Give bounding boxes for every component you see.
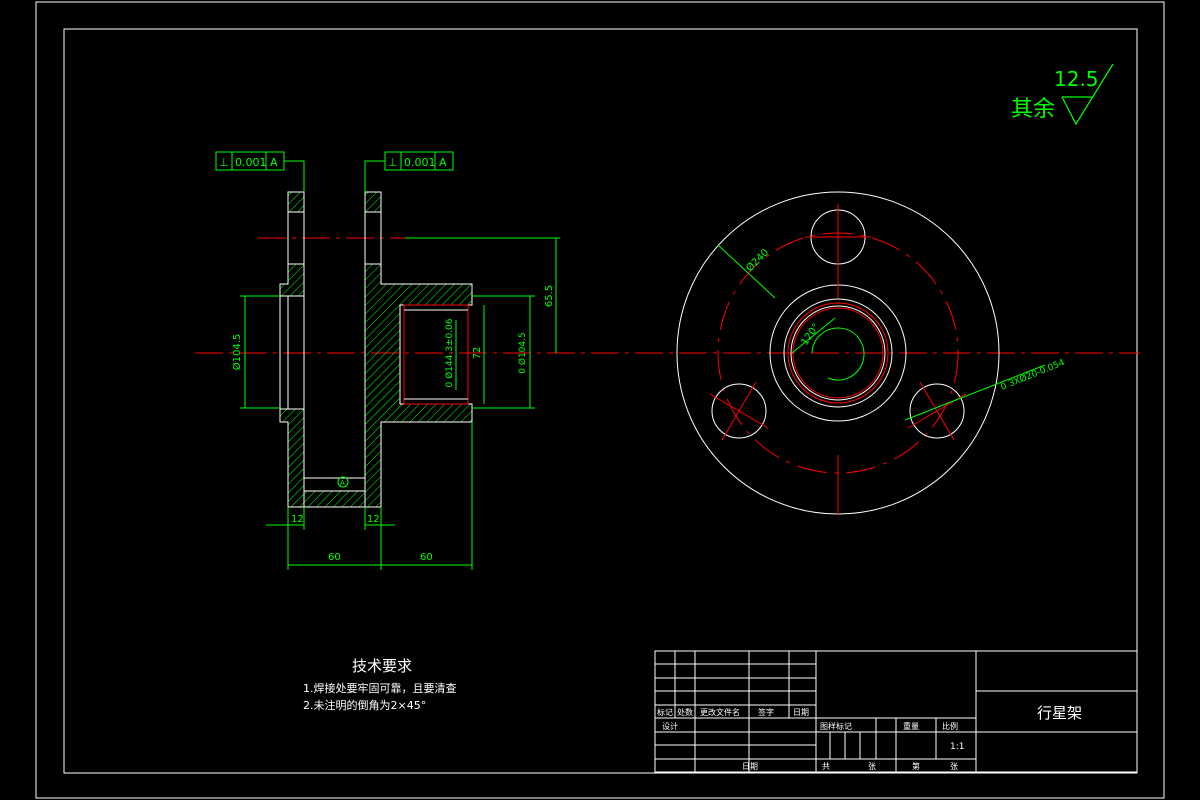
tolerance-frame-left: ⊥ 0.001 A	[215, 151, 305, 192]
tb-sheets: 共	[822, 762, 830, 771]
outer-border	[35, 1, 1165, 799]
tol-right-symbol: ⊥	[388, 156, 398, 169]
dim-60-right: 60	[420, 552, 433, 563]
left-plate-section	[279, 191, 305, 508]
roughness-value: 12.5	[1054, 67, 1099, 91]
tech-line-1: 1.焊接处要牢固可靠，且要清查	[303, 681, 457, 695]
tolerance-frame-right: ⊥ 0.001 A	[364, 151, 454, 192]
tol-left-value: 0.001	[235, 156, 267, 169]
tb-ratio: 比例	[942, 721, 958, 731]
tech-line-2: 2.未注明的倒角为2×45°	[303, 698, 426, 712]
tb-h-count: 处数	[677, 707, 693, 717]
tol-right-value: 0.001	[404, 156, 436, 169]
cad-drawing: 其余 12.5 ⊥ 0.001 A ⊥ 0.001 A Ø104.5 0 Ø14…	[35, 1, 1165, 799]
dim-12-left: 12	[291, 514, 304, 525]
tech-title: 技术要求	[352, 657, 412, 675]
dim-dia-mid: 0 Ø144.3±0.06	[444, 318, 455, 387]
datum-a-label: A	[340, 479, 345, 487]
dim-12-right: 12	[367, 514, 380, 525]
section-view: ⊥ 0.001 A ⊥ 0.001 A Ø104.5 0 Ø144.3±0.06…	[195, 151, 1140, 570]
dim-60-left: 60	[328, 552, 341, 563]
tb-weight: 重量	[903, 721, 919, 731]
dim-pcd: Ø240	[744, 247, 772, 275]
dim-hole: 0 3XØ20-0.054	[999, 357, 1066, 393]
tb-design: 设计	[662, 721, 678, 731]
tb-stage: 图样标记	[820, 721, 852, 731]
roughness-prefix: 其余	[1011, 97, 1055, 122]
spacer-section	[303, 490, 366, 508]
tol-right-datum: A	[439, 156, 447, 169]
dim-72: 72	[472, 347, 483, 360]
roughness-symbol: 其余 12.5	[1011, 63, 1114, 126]
tb-h-mark: 标记	[657, 707, 673, 717]
tb-sheet-unit2: 张	[950, 762, 958, 771]
dim-dia-right: 0 Ø104.5	[517, 332, 528, 373]
tol-left-symbol: ⊥	[219, 156, 229, 169]
tb-h-sign: 签字	[758, 707, 774, 717]
tol-left-datum: A	[270, 156, 278, 169]
dim-dia-left: Ø104.5	[231, 334, 243, 371]
tb-sheet-unit: 张	[868, 762, 876, 771]
dim-65: 65.5	[544, 285, 555, 307]
tb-scale: 1:1	[950, 742, 964, 752]
tb-h-date: 日期	[793, 708, 809, 717]
tb-date2: 日期	[742, 762, 758, 771]
tb-h-doc: 更改文件名	[700, 707, 740, 717]
part-name: 行星架	[1037, 704, 1082, 722]
tb-sheet-no: 第	[912, 761, 920, 771]
